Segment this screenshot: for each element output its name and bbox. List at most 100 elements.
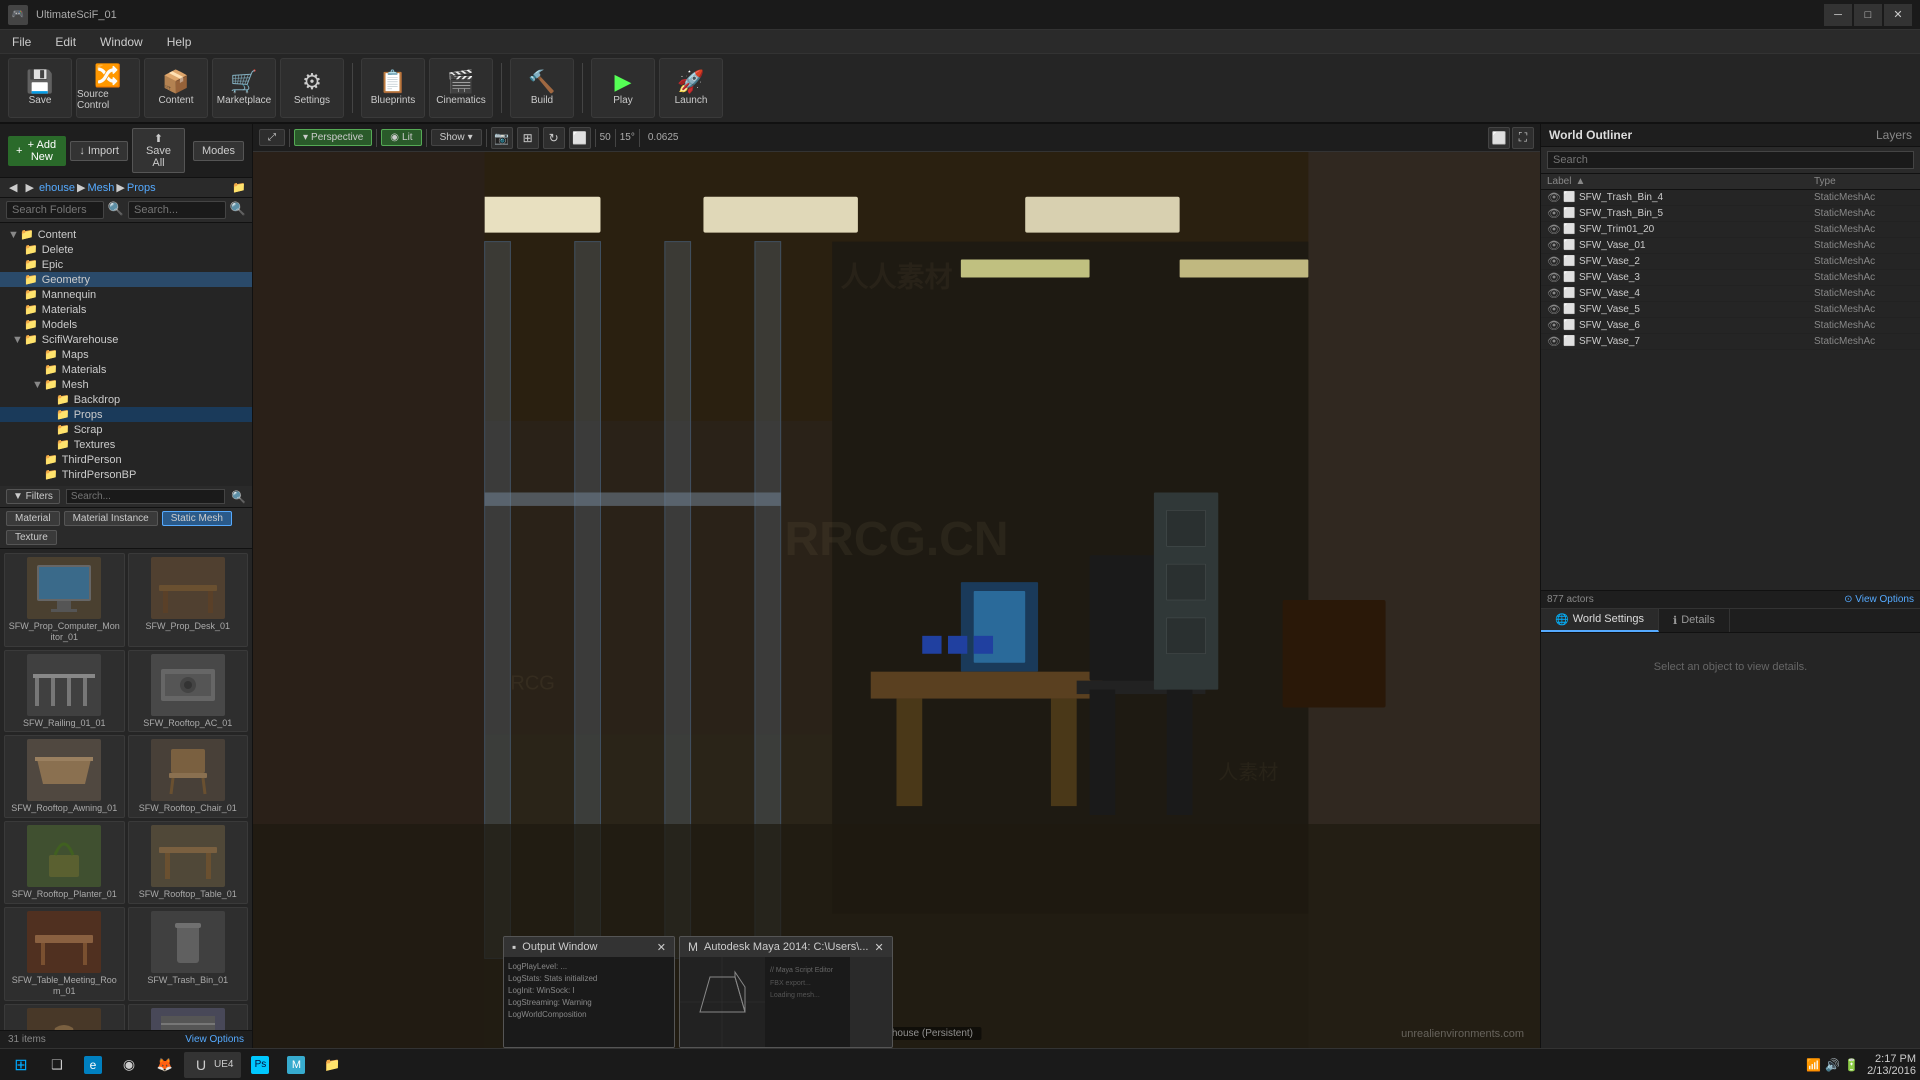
start-button[interactable]: ⊞ [4, 1052, 38, 1078]
forward-arrow[interactable]: ▶ [22, 180, 36, 195]
outliner-item[interactable]: 👁 ⬜ SFW_Vase_2 StaticMeshAc [1541, 254, 1920, 270]
maya-taskbar-button[interactable]: M [279, 1052, 313, 1078]
edge-taskbar-button[interactable]: e [76, 1052, 110, 1078]
tree-item-textures[interactable]: 📁Textures [0, 437, 252, 452]
asset-item-awning[interactable]: SFW_Rooftop_Awning_01 [4, 735, 125, 818]
filter-material[interactable]: Material [6, 511, 60, 526]
visibility-icon[interactable]: 👁 [1547, 223, 1563, 236]
build-button[interactable]: 🔨 Build [510, 58, 574, 118]
transform-button[interactable]: ⤢ [259, 129, 285, 146]
perspective-button[interactable]: ▾ Perspective [294, 129, 372, 146]
visibility-icon[interactable]: 👁 [1547, 303, 1563, 316]
outliner-item[interactable]: 👁 ⬜ SFW_Vase_7 StaticMeshAc [1541, 334, 1920, 350]
outliner-item[interactable]: 👁 ⬜ SFW_Vase_3 StaticMeshAc [1541, 270, 1920, 286]
tree-item-materials[interactable]: 📁Materials [0, 302, 252, 317]
outliner-item[interactable]: 👁 ⬜ SFW_Vase_5 StaticMeshAc [1541, 302, 1920, 318]
outliner-item[interactable]: 👁 ⬜ SFW_Vase_4 StaticMeshAc [1541, 286, 1920, 302]
marketplace-button[interactable]: 🛒 Marketplace [212, 58, 276, 118]
maximize-button[interactable]: □ [1854, 4, 1882, 26]
lit-button[interactable]: ◉ Lit [381, 129, 421, 146]
asset-item-chair[interactable]: SFW_Rooftop_Chair_01 [128, 735, 249, 818]
back-arrow[interactable]: ◀ [6, 180, 20, 195]
blueprints-button[interactable]: 📋 Blueprints [361, 58, 425, 118]
modes-button[interactable]: Modes [193, 141, 244, 161]
asset-item-planter[interactable]: SFW_Rooftop_Planter_01 [4, 821, 125, 904]
show-button[interactable]: Show ▾ [431, 129, 482, 146]
asset-item-railing[interactable]: SFW_Railing_01_01 [4, 650, 125, 733]
scale-snap-icon[interactable]: ⬜ [569, 127, 591, 149]
tree-item-backdrop[interactable]: 📁Backdrop [0, 392, 252, 407]
filter-search-icon[interactable]: 🔍 [231, 490, 246, 504]
visibility-icon[interactable]: 👁 [1547, 335, 1563, 348]
source-control-button[interactable]: 🔀 Source Control [76, 58, 140, 118]
search-folders-input[interactable] [6, 201, 104, 219]
search-assets-input[interactable] [128, 201, 226, 219]
filter-search-input[interactable] [66, 489, 225, 504]
asset-item-computer-monitor[interactable]: SFW_Prop_Computer_Monitor_01 [4, 553, 125, 647]
filter-texture[interactable]: Texture [6, 530, 57, 545]
asset-item-window-blinds-1[interactable]: SFW_Window_Blinds_01 [128, 1004, 249, 1030]
asset-item-rooftop-ac[interactable]: SFW_Rooftop_AC_01 [128, 650, 249, 733]
maya-close[interactable]: ✕ [874, 941, 883, 954]
visibility-icon[interactable]: 👁 [1547, 287, 1563, 300]
output-window[interactable]: ▪ Output Window ✕ LogPlayLevel: ... LogS… [503, 936, 675, 1048]
asset-item-vase[interactable]: SFW_Vase_01 [4, 1004, 125, 1030]
breadcrumb-mesh[interactable]: Mesh [88, 182, 115, 194]
add-new-button[interactable]: + + Add New [8, 136, 66, 166]
search-assets-icon[interactable]: 🔍 [230, 201, 246, 219]
tree-item-epic[interactable]: 📁Epic [0, 257, 252, 272]
maya-window-titlebar[interactable]: M Autodesk Maya 2014: C:\Users\... ✕ [680, 937, 892, 957]
breadcrumb-props[interactable]: Props [127, 182, 156, 194]
tree-item-delete[interactable]: 📁Delete [0, 242, 252, 257]
filter-material-instance[interactable]: Material Instance [64, 511, 158, 526]
search-folders-icon[interactable]: 🔍 [108, 201, 124, 219]
outliner-item[interactable]: 👁 ⬜ SFW_Vase_6 StaticMeshAc [1541, 318, 1920, 334]
asset-item-meeting-table[interactable]: SFW_Table_Meeting_Room_01 [4, 907, 125, 1001]
minimize-button[interactable]: ─ [1824, 4, 1852, 26]
maximize-viewport-icon[interactable]: ⬜ [1488, 127, 1510, 149]
tree-item-props[interactable]: 📁Props [0, 407, 252, 422]
view-options-button[interactable]: View Options [185, 1034, 244, 1045]
save-all-button[interactable]: ⬆ Save All [132, 128, 185, 173]
task-view-button[interactable]: ❑ [40, 1052, 74, 1078]
tree-item-thirdpersonbp[interactable]: 📁ThirdPersonBP [0, 467, 252, 482]
cinematics-button[interactable]: 🎬 Cinematics [429, 58, 493, 118]
import-button[interactable]: ↓ Import [70, 141, 128, 161]
view-options-link[interactable]: ⊙ View Options [1844, 594, 1914, 605]
content-button[interactable]: 📦 Content [144, 58, 208, 118]
photoshop-taskbar-button[interactable]: Ps [243, 1052, 277, 1078]
asset-item-desk[interactable]: SFW_Prop_Desk_01 [128, 553, 249, 647]
launch-button[interactable]: 🚀 Launch [659, 58, 723, 118]
tree-item-mannequin[interactable]: 📁Mannequin [0, 287, 252, 302]
viewport[interactable]: ⤢ ▾ Perspective ◉ Lit Show ▾ 📷 ⊞ ↻ ⬜ 50 [253, 124, 1540, 1048]
settings-button[interactable]: ⚙ Settings [280, 58, 344, 118]
play-button[interactable]: ▶ Play [591, 58, 655, 118]
grid-snap-icon[interactable]: ⊞ [517, 127, 539, 149]
menu-edit[interactable]: Edit [51, 33, 80, 51]
asset-item-table[interactable]: SFW_Rooftop_Table_01 [128, 821, 249, 904]
fullscreen-icon[interactable]: ⛶ [1512, 127, 1534, 149]
camera-speed-icon[interactable]: 📷 [491, 127, 513, 149]
visibility-icon[interactable]: 👁 [1547, 191, 1563, 204]
outliner-search-input[interactable] [1547, 151, 1914, 169]
details-tab[interactable]: ℹ Details [1659, 609, 1730, 632]
tree-item-scrap[interactable]: 📁Scrap [0, 422, 252, 437]
world-settings-tab[interactable]: 🌐 World Settings [1541, 609, 1659, 632]
breadcrumb-folder-icon[interactable]: 📁 [232, 181, 246, 194]
visibility-icon[interactable]: 👁 [1547, 207, 1563, 220]
tree-item-maps[interactable]: 📁Maps [0, 347, 252, 362]
maya-window[interactable]: M Autodesk Maya 2014: C:\Users\... ✕ [679, 936, 893, 1048]
outliner-item[interactable]: 👁 ⬜ SFW_Vase_01 StaticMeshAc [1541, 238, 1920, 254]
visibility-icon[interactable]: 👁 [1547, 271, 1563, 284]
firefox-taskbar-button[interactable]: 🦊 [148, 1052, 182, 1078]
asset-item-trash-bin[interactable]: SFW_Trash_Bin_01 [128, 907, 249, 1001]
filter-static-mesh[interactable]: Static Mesh [162, 511, 232, 526]
menu-file[interactable]: File [8, 33, 35, 51]
visibility-icon[interactable]: 👁 [1547, 319, 1563, 332]
rotation-snap-icon[interactable]: ↻ [543, 127, 565, 149]
outliner-item[interactable]: 👁 ⬜ SFW_Trash_Bin_4 StaticMeshAc [1541, 190, 1920, 206]
outliner-item[interactable]: 👁 ⬜ SFW_Trash_Bin_5 StaticMeshAc [1541, 206, 1920, 222]
col-label-header[interactable]: Label ▲ [1547, 176, 1814, 187]
viewport-scene[interactable]: RRCG.CN 人人素材 RCG 人素材 unrealienvironments… [253, 152, 1540, 1048]
tree-item-geometry[interactable]: 📁Geometry [0, 272, 252, 287]
